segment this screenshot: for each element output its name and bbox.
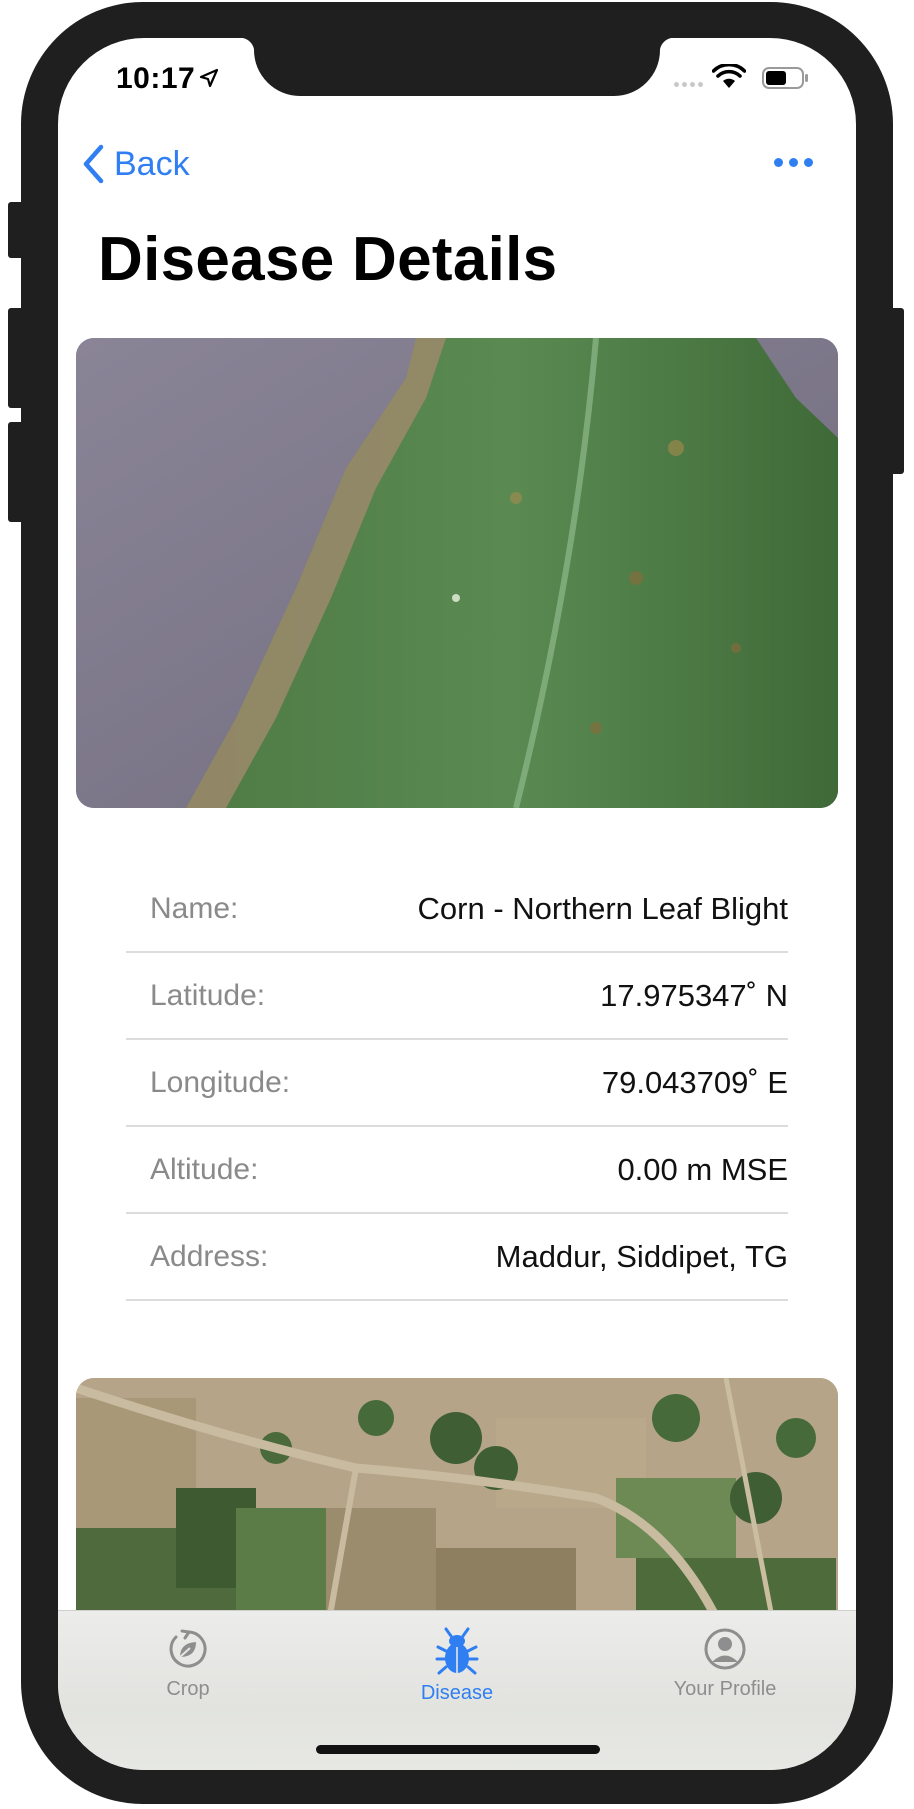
profile-icon (704, 1628, 746, 1670)
back-label: Back (114, 144, 190, 183)
detail-label: Longitude: (150, 1065, 291, 1099)
more-dot (789, 158, 798, 167)
power-button (890, 308, 904, 474)
page-title: Disease Details (98, 225, 558, 294)
chevron-left-icon (83, 144, 104, 184)
location-arrow-icon (199, 68, 219, 88)
detail-value: Corn - Northern Leaf Blight (417, 890, 788, 926)
disease-photo (76, 338, 838, 808)
signal-dot (682, 82, 687, 87)
tab-label: Crop (166, 1678, 210, 1700)
back-button[interactable]: Back (82, 142, 190, 186)
tab-crop[interactable]: Crop (88, 1627, 288, 1701)
detail-row-latitude: Latitude: 17.975347˚ N (126, 953, 788, 1040)
detail-row-altitude: Altitude: 0.00 m MSE (126, 1127, 788, 1214)
signal-icon (674, 82, 679, 87)
signal-dot (698, 82, 703, 87)
status-indicators (674, 64, 814, 90)
crop-cycle-icon (169, 1629, 207, 1668)
detail-label: Latitude: (150, 978, 266, 1012)
mute-switch (8, 202, 24, 258)
detail-row-address: Address: Maddur, Siddipet, TG (126, 1214, 788, 1301)
signal-dot (690, 82, 695, 87)
detail-label: Name: (150, 891, 239, 925)
tab-your-profile[interactable]: Your Profile (625, 1627, 825, 1701)
detail-row-name: Name: Corn - Northern Leaf Blight (126, 866, 788, 953)
device-screen: 10:17 Back Disease Details Name: Corn - … (58, 38, 856, 1770)
tab-label: Your Profile (673, 1678, 777, 1700)
wifi-icon (712, 64, 746, 88)
volume-up-button (8, 308, 24, 408)
more-dot (804, 158, 813, 167)
home-indicator[interactable] (316, 1745, 600, 1754)
detail-value: Maddur, Siddipet, TG (495, 1238, 788, 1274)
status-time: 10:17 (116, 62, 196, 95)
tab-disease[interactable]: Disease (357, 1627, 557, 1705)
more-options-button[interactable] (772, 153, 816, 173)
battery-icon (762, 67, 808, 89)
volume-down-button (8, 422, 24, 522)
notch (240, 38, 674, 96)
tab-label: Disease (420, 1682, 494, 1704)
satellite-map-image (76, 1378, 838, 1638)
bug-icon (435, 1627, 479, 1675)
detail-label: Address: (150, 1239, 269, 1273)
location-map[interactable] (76, 1378, 838, 1638)
more-dot (774, 158, 783, 167)
leaf-image (76, 338, 838, 808)
detail-value: 17.975347˚ N (600, 977, 788, 1013)
detail-label: Altitude: (150, 1152, 259, 1186)
details-table: Name: Corn - Northern Leaf Blight Latitu… (126, 866, 788, 1301)
detail-row-longitude: Longitude: 79.043709˚ E (126, 1040, 788, 1127)
detail-value: 0.00 m MSE (617, 1151, 788, 1187)
detail-value: 79.043709˚ E (601, 1064, 788, 1100)
